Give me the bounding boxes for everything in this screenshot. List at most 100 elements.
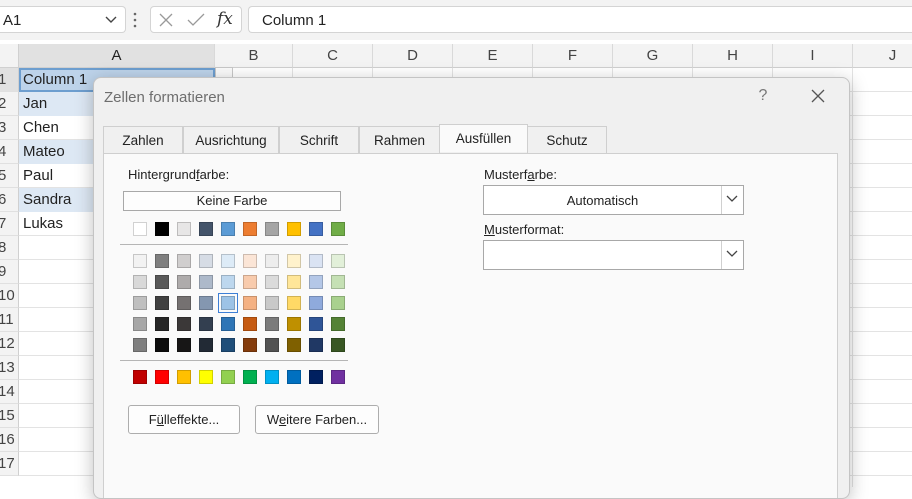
- standard-color-swatch[interactable]: [177, 370, 191, 384]
- tab-ausrichtung[interactable]: Ausrichtung: [183, 126, 279, 153]
- theme-tint-swatch[interactable]: [265, 296, 279, 310]
- more-options-icon[interactable]: [133, 10, 137, 30]
- name-box[interactable]: A1: [0, 6, 126, 33]
- row-header-7[interactable]: 7: [0, 212, 19, 236]
- row-header-12[interactable]: 12: [0, 332, 19, 356]
- theme-tint-swatch[interactable]: [287, 296, 301, 310]
- column-header-e[interactable]: E: [453, 44, 533, 68]
- standard-color-swatch[interactable]: [287, 370, 301, 384]
- row-header-10[interactable]: 10: [0, 284, 19, 308]
- row-header-3[interactable]: 3: [0, 116, 19, 140]
- theme-tint-swatch[interactable]: [155, 275, 169, 289]
- fill-effects-button[interactable]: Fülleffekte...: [128, 405, 240, 434]
- theme-tint-swatch[interactable]: [199, 275, 213, 289]
- standard-color-swatch[interactable]: [155, 370, 169, 384]
- tab-schrift[interactable]: Schrift: [279, 126, 359, 153]
- theme-tint-swatch[interactable]: [155, 254, 169, 268]
- theme-color-swatch[interactable]: [155, 222, 169, 236]
- column-header-i[interactable]: I: [773, 44, 853, 68]
- row-header-11[interactable]: 11: [0, 308, 19, 332]
- theme-tint-swatch[interactable]: [155, 296, 169, 310]
- theme-color-swatch[interactable]: [265, 222, 279, 236]
- pattern-style-dropdown-button[interactable]: [721, 241, 743, 269]
- theme-tint-swatch[interactable]: [243, 254, 257, 268]
- theme-color-swatch[interactable]: [287, 222, 301, 236]
- row-header-6[interactable]: 6: [0, 188, 19, 212]
- theme-tint-swatch[interactable]: [199, 338, 213, 352]
- row-header-14[interactable]: 14: [0, 380, 19, 404]
- theme-tint-swatch[interactable]: [243, 338, 257, 352]
- theme-tint-swatch[interactable]: [331, 296, 345, 310]
- theme-tint-swatch[interactable]: [287, 338, 301, 352]
- pattern-style-dropdown[interactable]: [483, 240, 744, 270]
- theme-tint-swatch[interactable]: [199, 317, 213, 331]
- row-header-2[interactable]: 2: [0, 92, 19, 116]
- row-header-1[interactable]: 1: [0, 68, 19, 92]
- standard-color-swatch[interactable]: [331, 370, 345, 384]
- theme-tint-swatch[interactable]: [265, 338, 279, 352]
- standard-color-swatch[interactable]: [133, 370, 147, 384]
- column-header-b[interactable]: B: [215, 44, 293, 68]
- theme-tint-swatch[interactable]: [155, 317, 169, 331]
- theme-tint-swatch[interactable]: [199, 296, 213, 310]
- theme-color-swatch[interactable]: [177, 222, 191, 236]
- standard-color-swatch[interactable]: [221, 370, 235, 384]
- column-header-h[interactable]: H: [693, 44, 773, 68]
- row-header-15[interactable]: 15: [0, 404, 19, 428]
- column-header-f[interactable]: F: [533, 44, 613, 68]
- row-header-13[interactable]: 13: [0, 356, 19, 380]
- theme-tint-swatch[interactable]: [133, 317, 147, 331]
- theme-tint-swatch[interactable]: [177, 275, 191, 289]
- theme-tint-swatch[interactable]: [243, 317, 257, 331]
- row-header-16[interactable]: 16: [0, 428, 19, 452]
- theme-tint-swatch[interactable]: [155, 338, 169, 352]
- tab-zahlen[interactable]: Zahlen: [103, 126, 183, 153]
- theme-tint-swatch[interactable]: [309, 338, 323, 352]
- theme-tint-swatch[interactable]: [133, 275, 147, 289]
- row-header-8[interactable]: 8: [0, 236, 19, 260]
- theme-tint-swatch[interactable]: [287, 317, 301, 331]
- pattern-color-dropdown-button[interactable]: [721, 186, 743, 214]
- theme-tint-swatch[interactable]: [309, 296, 323, 310]
- theme-tint-swatch[interactable]: [221, 254, 235, 268]
- theme-tint-swatch[interactable]: [265, 317, 279, 331]
- theme-color-swatch[interactable]: [331, 222, 345, 236]
- tab-schutz[interactable]: Schutz: [527, 126, 607, 153]
- theme-tint-swatch[interactable]: [133, 254, 147, 268]
- theme-color-swatch[interactable]: [221, 222, 235, 236]
- theme-tint-swatch[interactable]: [287, 254, 301, 268]
- more-colors-button[interactable]: Weitere Farben...: [255, 405, 379, 434]
- theme-tint-swatch[interactable]: [177, 338, 191, 352]
- tab-rahmen[interactable]: Rahmen: [359, 126, 440, 153]
- theme-tint-swatch[interactable]: [265, 254, 279, 268]
- cancel-icon[interactable]: [158, 12, 174, 28]
- theme-tint-swatch[interactable]: [177, 317, 191, 331]
- help-button[interactable]: ?: [756, 87, 770, 105]
- theme-tint-swatch[interactable]: [331, 275, 345, 289]
- pattern-color-dropdown[interactable]: Automatisch: [483, 185, 744, 215]
- column-header-d[interactable]: D: [373, 44, 453, 68]
- theme-tint-swatch[interactable]: [199, 254, 213, 268]
- theme-tint-swatch[interactable]: [287, 275, 301, 289]
- select-all-corner[interactable]: [0, 44, 19, 68]
- theme-tint-swatch[interactable]: [133, 296, 147, 310]
- close-icon[interactable]: [810, 88, 826, 104]
- insert-function-icon[interactable]: fx: [217, 9, 233, 29]
- chevron-down-icon[interactable]: [104, 12, 118, 26]
- theme-tint-swatch[interactable]: [309, 275, 323, 289]
- standard-color-swatch[interactable]: [265, 370, 279, 384]
- standard-color-swatch[interactable]: [309, 370, 323, 384]
- theme-tint-swatch[interactable]: [265, 275, 279, 289]
- column-header-c[interactable]: C: [293, 44, 373, 68]
- theme-tint-swatch[interactable]: [331, 338, 345, 352]
- theme-tint-swatch[interactable]: [221, 275, 235, 289]
- column-header-g[interactable]: G: [613, 44, 693, 68]
- theme-tint-swatch[interactable]: [218, 293, 238, 313]
- theme-tint-swatch[interactable]: [331, 317, 345, 331]
- theme-color-swatch[interactable]: [199, 222, 213, 236]
- theme-tint-swatch[interactable]: [177, 296, 191, 310]
- formula-input[interactable]: Column 1: [248, 6, 912, 33]
- theme-tint-swatch[interactable]: [309, 317, 323, 331]
- check-icon[interactable]: [187, 12, 205, 28]
- theme-tint-swatch[interactable]: [133, 338, 147, 352]
